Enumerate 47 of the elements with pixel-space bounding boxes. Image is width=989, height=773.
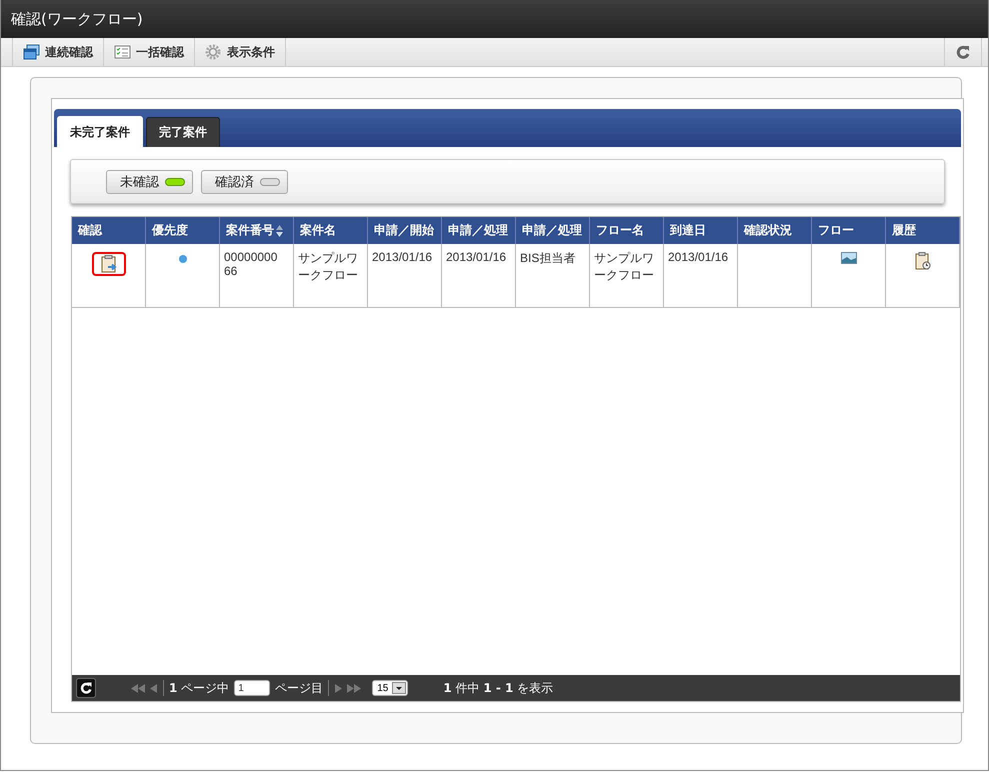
window-title: 確認(ワークフロー) (11, 10, 143, 28)
table-cell: 00000000 66 (220, 244, 294, 308)
column-header: 申請／処理 (442, 217, 516, 244)
column-header: 確認状況 (738, 217, 812, 244)
page-size-select[interactable]: 15 (372, 680, 408, 696)
refresh-icon (80, 682, 92, 694)
column-header: フロー (812, 217, 886, 244)
image-icon[interactable] (840, 252, 856, 264)
table-cell: 2013/01/16 (442, 244, 516, 308)
filter-toggle[interactable]: 確認済 (201, 170, 288, 194)
tab[interactable]: 完了案件 (146, 117, 220, 147)
checklist-icon (114, 44, 131, 60)
column-header: 到達日 (664, 217, 738, 244)
toolbar-button[interactable]: 一括確認 (103, 38, 194, 66)
windows-icon (23, 44, 40, 60)
next-page-icon[interactable] (334, 684, 342, 692)
column-header: 履歴 (886, 217, 960, 244)
gear-icon (205, 44, 222, 60)
table-cell: サンプルワークフロー (590, 244, 664, 308)
table-cell: 2013/01/16 (368, 244, 442, 308)
column-header: フロー名 (590, 217, 664, 244)
column-header: 優先度 (146, 217, 220, 244)
column-header: 申請／処理 (516, 217, 590, 244)
table-cell: 2013/01/16 (664, 244, 738, 308)
column-header: 案件名 (294, 217, 368, 244)
page-label: ページ目 (275, 680, 324, 696)
dropdown-icon (392, 682, 406, 694)
confirm-button[interactable] (92, 252, 126, 276)
column-header[interactable]: 案件番号 (220, 217, 294, 244)
previous-page-icon[interactable] (150, 684, 158, 692)
table-cell: サンプルワークフロー (294, 244, 368, 308)
sort-icon (276, 224, 283, 237)
toolbar-button[interactable]: 表示条件 (194, 38, 286, 66)
refresh-button[interactable] (76, 678, 96, 698)
refresh-icon (956, 45, 970, 59)
column-header: 確認 (72, 217, 146, 244)
page-input[interactable]: 1 (234, 680, 270, 696)
record-count: 1 件中 1 - 1 を表示 (443, 680, 554, 696)
last-page-icon[interactable] (347, 684, 362, 692)
filter-toggle[interactable]: 未確認 (106, 170, 193, 194)
tab[interactable]: 未完了案件 (57, 116, 143, 147)
toolbar-button[interactable]: 連続確認 (12, 38, 103, 66)
column-header: 申請／開始 (368, 217, 442, 244)
table-cell: BIS担当者 (516, 244, 590, 308)
page-label: 1 ページ中 (169, 680, 230, 696)
first-page-icon[interactable] (131, 684, 145, 692)
clipboard-clock-icon[interactable] (914, 252, 930, 270)
